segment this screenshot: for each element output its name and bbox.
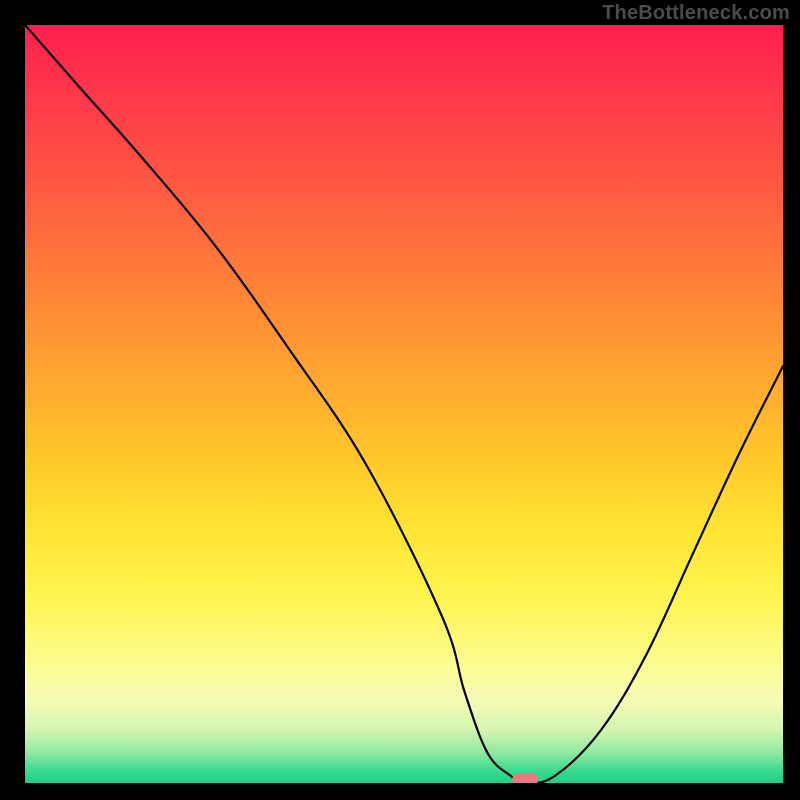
- plot-area: [25, 25, 783, 783]
- optimal-marker: [512, 773, 538, 783]
- chart-frame: TheBottleneck.com: [0, 0, 800, 800]
- bottleneck-curve: [25, 25, 783, 783]
- watermark-text: TheBottleneck.com: [602, 2, 790, 25]
